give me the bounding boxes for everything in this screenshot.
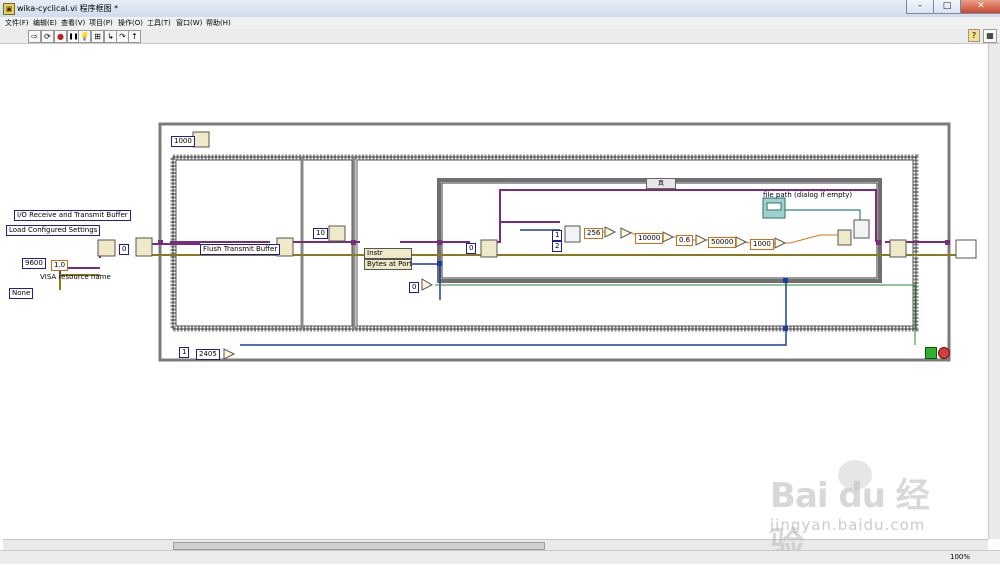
load-settings-ring[interactable]: Load Configured Settings bbox=[6, 225, 101, 236]
title-bar: ▣ wika-cyclical.vi 程序框图 * – □ ✕ bbox=[0, 0, 1000, 18]
constant-50000[interactable]: 50000 bbox=[708, 237, 737, 248]
menu-tools[interactable]: 工具(T) bbox=[147, 18, 171, 28]
property-node-class[interactable]: Instr bbox=[364, 248, 412, 259]
wait-1000-constant[interactable]: 1000 bbox=[171, 136, 195, 147]
timeout-constant[interactable]: 1.0 bbox=[51, 260, 69, 271]
wait-10-constant[interactable]: 10 bbox=[313, 228, 328, 239]
menu-bar: 文件(F) 编辑(E) 查看(V) 项目(P) 操作(O) 工具(T) 窗口(W… bbox=[0, 17, 1000, 29]
highlight-execution-icon[interactable]: 💡 bbox=[78, 30, 91, 43]
step-out-icon[interactable]: ↑ bbox=[128, 30, 141, 43]
constant-0-6[interactable]: 0.6 bbox=[676, 235, 694, 246]
toolbar: ⇨ ⟳ ● ❚❚ 💡 ⊞ ↳ ↷ ↑ ? ▦ bbox=[0, 29, 1000, 44]
menu-edit[interactable]: 编辑(E) bbox=[33, 18, 57, 28]
parity-ring[interactable]: None bbox=[9, 288, 34, 299]
run-button[interactable]: ⇨ bbox=[28, 30, 41, 43]
maximize-button[interactable]: □ bbox=[933, 0, 961, 14]
stop-condition-icon[interactable] bbox=[938, 347, 950, 359]
loop-iteration-icon bbox=[925, 347, 937, 359]
status-bar: 100% bbox=[0, 550, 1000, 564]
vertical-scrollbar[interactable] bbox=[988, 44, 1000, 539]
constant-1000[interactable]: 1000 bbox=[750, 239, 774, 250]
vi-icon: ▦ bbox=[983, 29, 997, 43]
watermark-sub-text: jingyan.baidu.com bbox=[770, 516, 926, 534]
baidu-watermark: Bai du 经验 jingyan.baidu.com bbox=[760, 454, 955, 565]
menu-view[interactable]: 查看(V) bbox=[61, 18, 85, 28]
flush-buffer-ring[interactable]: Flush Transmit Buffer bbox=[200, 244, 281, 255]
run-continuously-button[interactable]: ⟳ bbox=[41, 30, 54, 43]
case-selector[interactable]: 真 bbox=[646, 178, 676, 189]
context-help-button[interactable]: ? bbox=[968, 29, 980, 42]
menu-project[interactable]: 项目(P) bbox=[89, 18, 113, 28]
zero-constant-a[interactable]: 0 bbox=[119, 244, 130, 255]
window-title: wika-cyclical.vi 程序框图 * bbox=[17, 4, 119, 13]
visa-resource-label: VISA resource name bbox=[40, 273, 111, 281]
menu-window[interactable]: 窗口(W) bbox=[176, 18, 202, 28]
labview-app-icon: ▣ bbox=[3, 3, 15, 15]
io-buffer-ring[interactable]: I/O Receive and Transmit Buffer bbox=[14, 210, 131, 221]
zoom-level[interactable]: 100% bbox=[950, 553, 970, 561]
baud-rate-constant[interactable]: 9600 bbox=[22, 258, 46, 269]
property-node-bytes-at-port[interactable]: Bytes at Port bbox=[364, 259, 412, 270]
zero-constant-b[interactable]: 0 bbox=[409, 282, 420, 293]
one-constant-b[interactable]: 1 bbox=[179, 347, 190, 358]
horizontal-scroll-thumb[interactable] bbox=[173, 542, 545, 550]
file-path-label: file path (dialog if empty) bbox=[763, 191, 853, 199]
two-constant[interactable]: 2 bbox=[552, 241, 563, 252]
constant-256[interactable]: 256 bbox=[584, 228, 604, 239]
menu-help[interactable]: 帮助(H) bbox=[206, 18, 231, 28]
menu-operate[interactable]: 操作(O) bbox=[118, 18, 143, 28]
abort-button[interactable]: ● bbox=[54, 30, 67, 43]
constant-2405[interactable]: 2405 bbox=[196, 349, 220, 360]
menu-file[interactable]: 文件(F) bbox=[5, 18, 29, 28]
close-button[interactable]: ✕ bbox=[960, 0, 1000, 14]
minimize-button[interactable]: – bbox=[906, 0, 934, 14]
retain-wire-values-icon[interactable]: ⊞ bbox=[91, 30, 104, 43]
zero-constant-c[interactable]: 0 bbox=[466, 243, 477, 254]
one-constant-a[interactable]: 1 bbox=[552, 230, 563, 241]
constant-10000[interactable]: 10000 bbox=[635, 233, 664, 244]
